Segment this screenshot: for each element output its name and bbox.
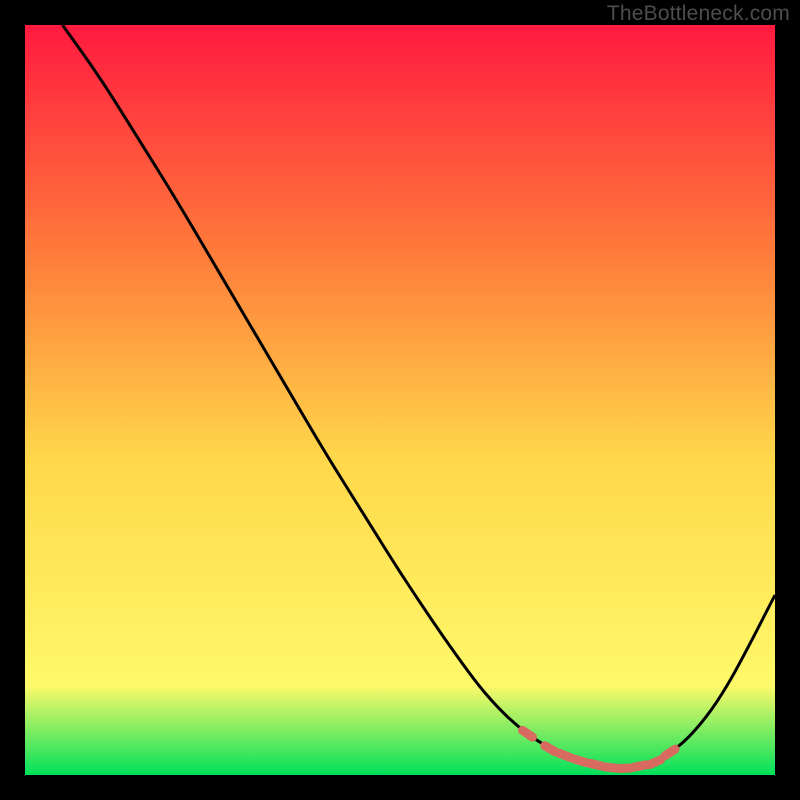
watermark-text: TheBottleneck.com — [607, 2, 790, 26]
sweet-spot-marker — [545, 746, 555, 752]
sweet-spot-marker — [523, 730, 533, 737]
sweet-spot-marker — [589, 763, 601, 766]
sweet-spot-marker — [650, 760, 661, 765]
sweet-spot-marker — [634, 765, 646, 767]
plot-area — [25, 25, 775, 775]
chart-frame: TheBottleneck.com — [0, 0, 800, 800]
sweet-spot-marker — [559, 753, 570, 757]
sweet-spot-marker — [665, 749, 675, 756]
sweet-spot-marker — [619, 768, 631, 769]
sweet-spot-marker — [604, 767, 616, 768]
sweet-spot-marker — [574, 759, 585, 763]
chart-svg — [25, 25, 775, 775]
